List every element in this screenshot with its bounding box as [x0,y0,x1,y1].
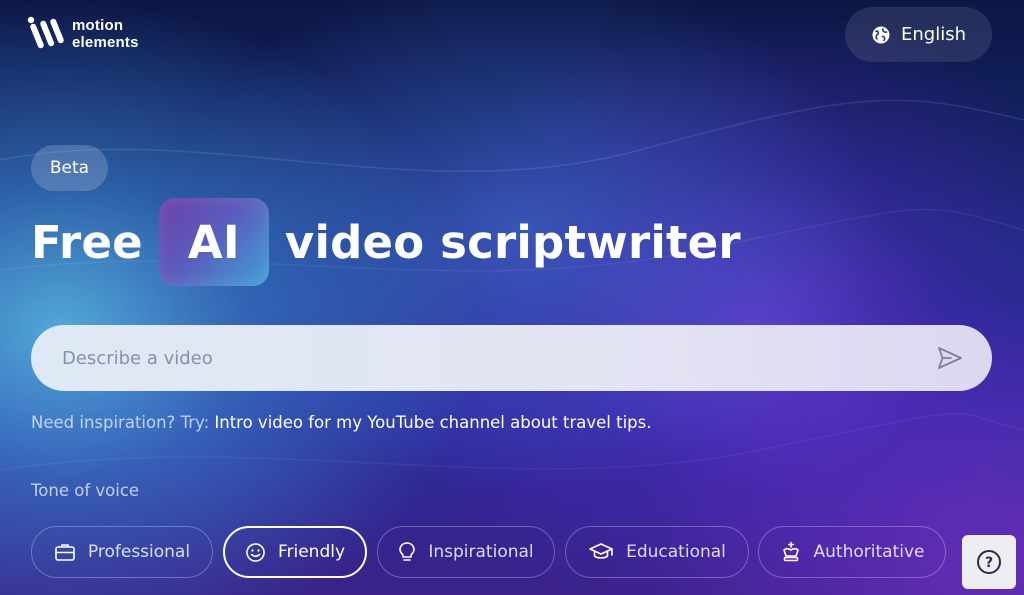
tone-of-voice-label: Tone of voice [31,481,140,500]
help-icon: ? [977,550,1001,574]
tone-chip-friendly[interactable]: Friendly [223,526,367,578]
tone-chip-label: Inspirational [428,542,534,562]
inspiration-label: Need inspiration? Try: [31,413,210,432]
decorative-waves [0,99,1024,471]
tone-chip-label: Authoritative [813,542,925,562]
chess-king-icon [782,541,799,562]
tone-chip-label: Friendly [277,542,346,562]
lightbulb-icon [399,542,416,561]
beta-badge: Beta [31,145,108,191]
title-suffix: video scriptwriter [284,215,741,269]
describe-video-input[interactable] [62,347,936,369]
language-label: English [901,24,966,45]
send-icon [938,347,962,369]
tone-chip-professional[interactable]: Professional [31,526,213,578]
briefcase-icon [55,544,75,561]
help-button[interactable]: ? [962,535,1016,589]
motion-elements-logo-icon [27,16,64,49]
title-highlight: AI [187,215,240,269]
brand-wordmark: motion elements [72,17,139,51]
beta-badge-label: Beta [49,158,90,178]
smiley-icon [246,542,265,562]
title-prefix: Free [31,215,143,269]
submit-button[interactable] [936,344,964,372]
page-title: Free AI video scriptwriter [31,198,741,286]
inspiration-example-link[interactable]: Intro video for my YouTube channel about… [214,413,651,432]
language-selector-button[interactable]: English [845,7,992,62]
tone-chip-authoritative[interactable]: Authoritative [758,526,946,578]
title-highlight-box: AI [158,198,269,286]
tone-chip-label: Professional [87,542,191,562]
tone-chip-educational[interactable]: Educational [565,526,749,578]
video-description-search-bar [31,325,992,391]
brand-logo[interactable]: motion elements [26,14,139,54]
tone-chip-label: Educational [626,542,726,562]
tone-chip-inspirational[interactable]: Inspirational [377,526,555,578]
brand-line-2: elements [72,34,139,51]
brand-line-1: motion [72,17,124,34]
graduation-cap-icon [589,543,613,559]
inspiration-row: Need inspiration? Try: Intro video for m… [31,413,651,432]
help-label: ? [985,555,993,571]
globe-icon [872,26,890,43]
